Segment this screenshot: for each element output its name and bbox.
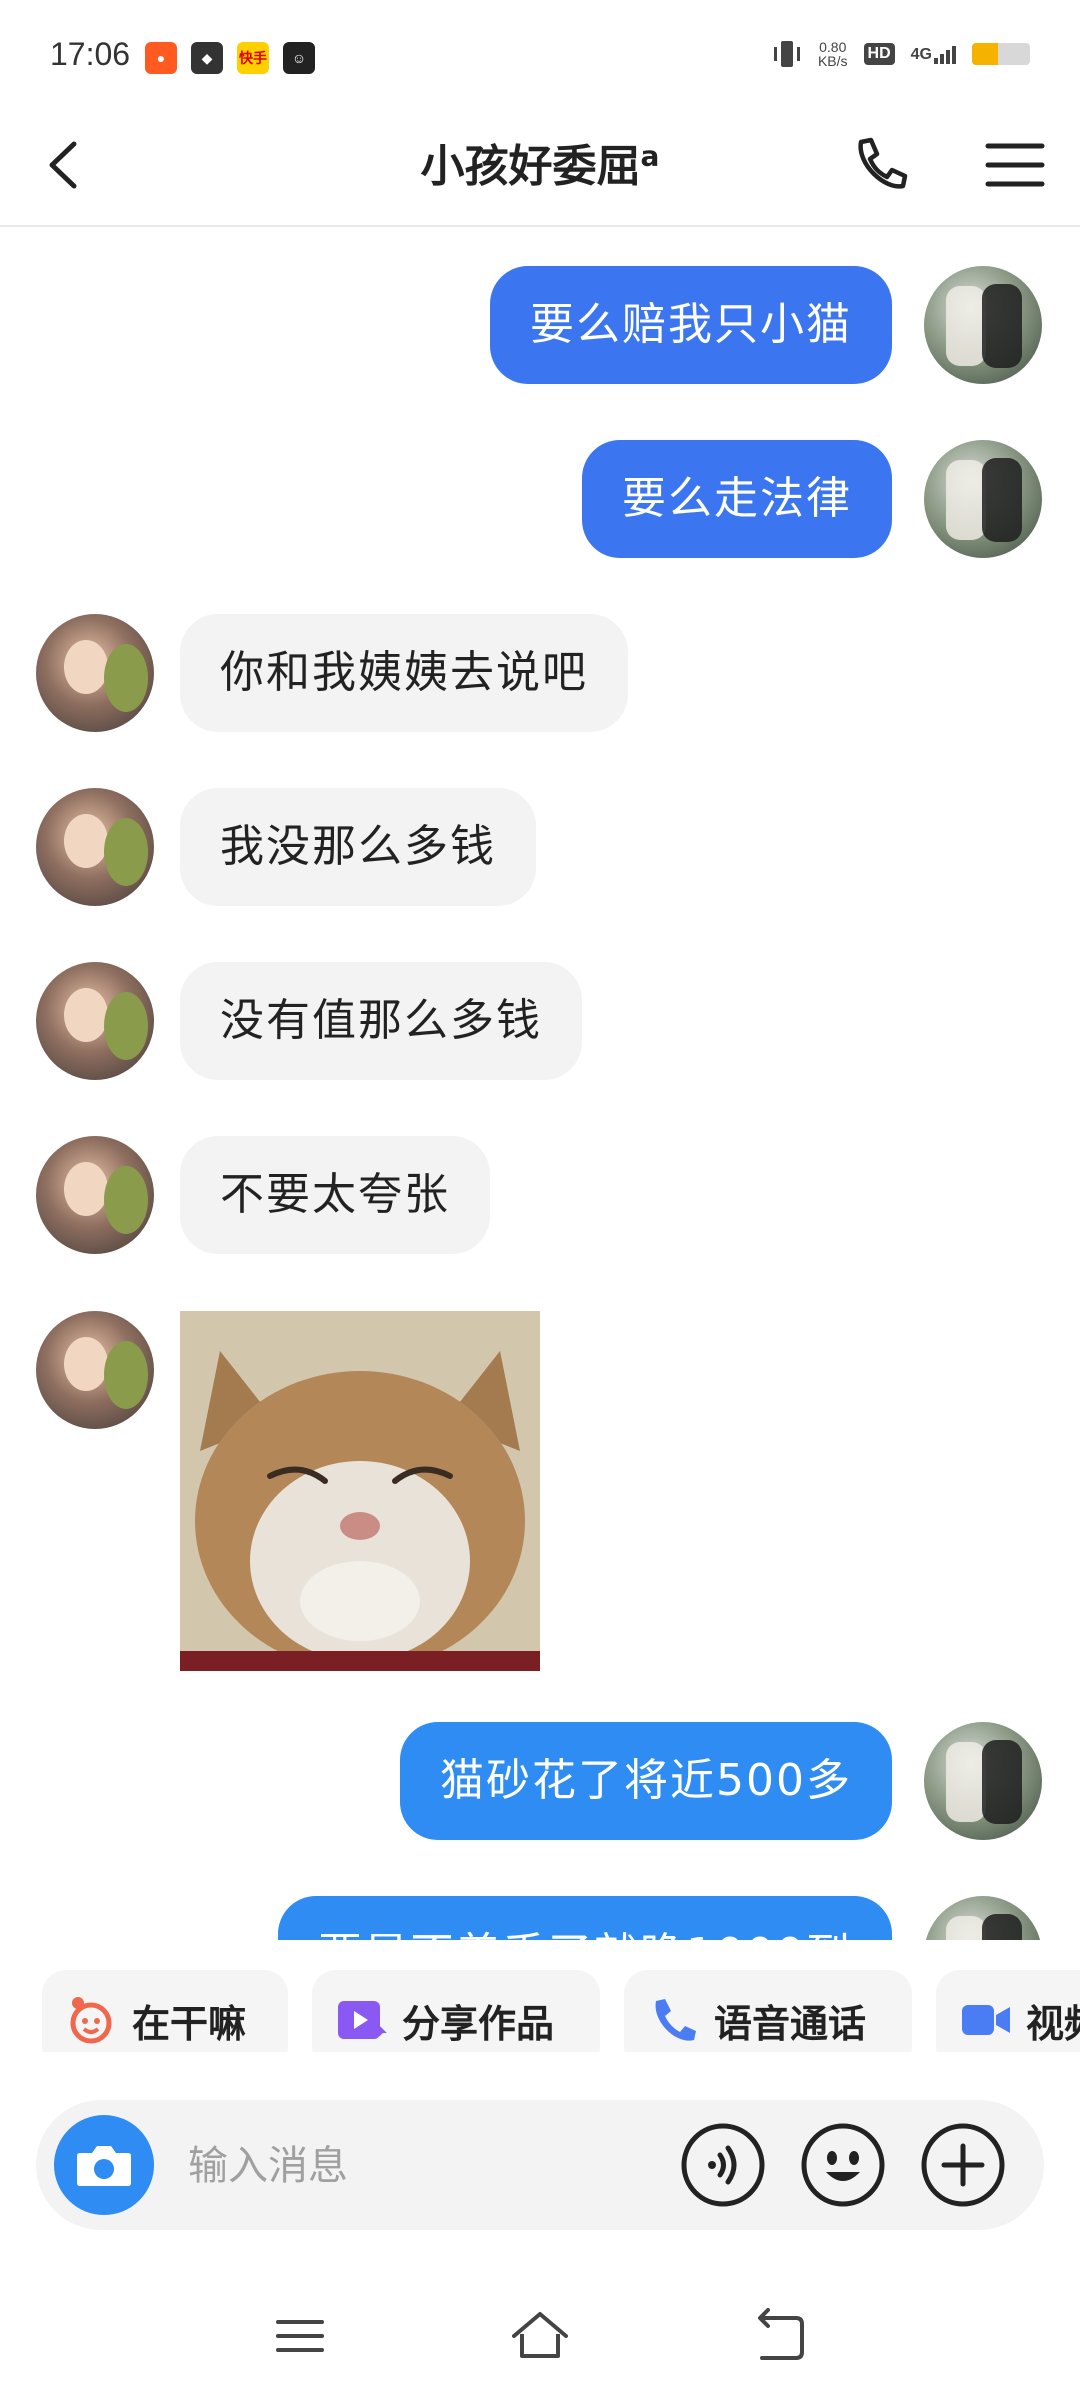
message-composer [36,2100,1044,2230]
app-face-icon: ☺ [283,42,315,74]
recent-apps-icon[interactable] [268,2304,332,2368]
hd-badge: HD [863,43,895,65]
notification-icons: ● ◆ 快手 ☺ [145,42,315,74]
signal-bars-icon [934,44,956,64]
plus-icon[interactable] [920,2122,1006,2208]
contact-avatar[interactable] [36,614,154,732]
message-bubble-sent[interactable]: 要是不养手了就晚1000到 [278,1896,892,1940]
contact-avatar[interactable] [36,788,154,906]
my-avatar[interactable] [924,266,1042,384]
camera-button[interactable] [54,2115,154,2215]
share-video-icon [338,2001,387,2039]
battery-icon [972,43,1030,65]
signal-indicator: 4G [911,44,956,64]
my-avatar[interactable] [924,440,1042,558]
message-bubble-received[interactable]: 你和我姨姨去说吧 [180,614,628,732]
home-icon[interactable] [508,2304,572,2368]
phone-call-icon[interactable] [845,130,915,200]
phone-icon [655,1999,696,2041]
chat-title-text: 小孩好委屈 [420,141,641,192]
message-bubble-received[interactable]: 不要太夸张 [180,1136,490,1254]
status-right: 0.80 KB/s HD 4G [772,38,1030,70]
net-speed-value: 0.80 [819,39,847,55]
video-call-icon [962,2005,1010,2035]
chat-header: 小孩好委屈a [0,110,1080,227]
message-bubble-received[interactable]: 我没那么多钱 [180,788,536,906]
chip-label: 分享作品 [402,2001,555,2046]
chat-title[interactable]: 小孩好委屈a [0,130,1080,194]
message-bubble-received[interactable]: 没有值那么多钱 [180,962,582,1080]
message-list[interactable]: 要么赔我只小猫 要么走法律 你和我姨姨去说吧 我没那么多钱 没有值那么多钱 不要… [0,228,1080,1940]
my-avatar[interactable] [924,1896,1042,1940]
menu-icon[interactable] [980,130,1050,200]
camera-icon [77,2146,131,2186]
smiley-wave-icon [70,1997,112,2044]
quick-action-share-work[interactable]: 分享作品 [312,1970,600,2052]
app-shield-icon: ◆ [191,42,223,74]
cat-sticker-image[interactable] [180,1311,540,1671]
my-avatar[interactable] [924,1722,1042,1840]
app-yellow-icon: 快手 [237,42,269,74]
quick-action-bar: 在干嘛 分享作品 语音通话 视频通话 [0,1942,1080,2052]
message-input[interactable] [186,2120,670,2212]
back-nav-icon[interactable] [748,2304,812,2368]
network-type: 4G [910,46,932,63]
system-navigation-bar [0,2270,1080,2400]
status-bar: 17:06 ● ◆ 快手 ☺ 0.80 KB/s HD 4G [0,0,1080,110]
chip-label: 语音通话 [714,2001,867,2046]
net-speed-unit: KB/s [817,53,848,69]
battery-level [972,43,999,65]
net-speed: 0.80 KB/s [818,40,848,68]
quick-action-video-call[interactable]: 视频通话 [936,1970,1080,2052]
message-bubble-sent[interactable]: 要么走法律 [582,440,892,558]
chip-label: 在干嘛 [132,2001,247,2046]
contact-avatar[interactable] [36,1136,154,1254]
message-bubble-sent[interactable]: 要么赔我只小猫 [490,266,892,384]
quick-action-voice-call[interactable]: 语音通话 [624,1970,912,2052]
chip-label: 视频通话 [1026,2001,1080,2046]
chat-title-sup: a [640,139,660,173]
contact-avatar[interactable] [36,1311,154,1429]
emoji-icon[interactable] [800,2122,886,2208]
kuaishou-icon: ● [145,42,177,74]
status-time: 17:06 [50,36,131,72]
voice-input-icon[interactable] [680,2122,766,2208]
contact-avatar[interactable] [36,962,154,1080]
quick-action-what-doing[interactable]: 在干嘛 [42,1970,288,2052]
message-bubble-sent[interactable]: 猫砂花了将近500多 [400,1722,892,1840]
cat-face-icon [180,1311,540,1671]
vibrate-icon [773,41,800,67]
